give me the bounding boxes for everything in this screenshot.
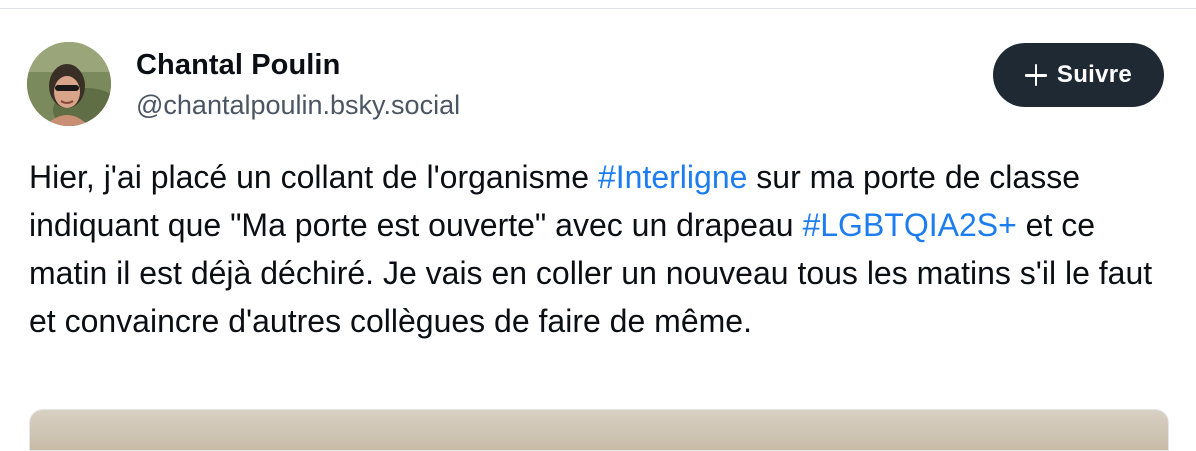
author-display-name[interactable]: Chantal Poulin bbox=[136, 48, 460, 82]
embedded-image-card[interactable] bbox=[29, 409, 1169, 451]
post-text-segment: Hier, j'ai placé un collant de l'organis… bbox=[29, 159, 598, 195]
hashtag-lgbtqia2s-link[interactable]: #LGBTQIA2S+ bbox=[802, 207, 1016, 243]
hashtag-interligne-link[interactable]: #Interligne bbox=[598, 159, 747, 195]
plus-icon bbox=[1024, 64, 1047, 86]
top-divider bbox=[0, 8, 1196, 9]
user-photo-icon bbox=[27, 42, 111, 126]
follow-button[interactable]: Suivre bbox=[993, 43, 1164, 107]
post-text: Hier, j'ai placé un collant de l'organis… bbox=[29, 153, 1169, 345]
author-info: Chantal Poulin @chantalpoulin.bsky.socia… bbox=[136, 48, 460, 121]
author-handle[interactable]: @chantalpoulin.bsky.social bbox=[136, 89, 460, 121]
follow-button-label: Suivre bbox=[1056, 61, 1133, 88]
author-avatar[interactable] bbox=[27, 42, 111, 126]
